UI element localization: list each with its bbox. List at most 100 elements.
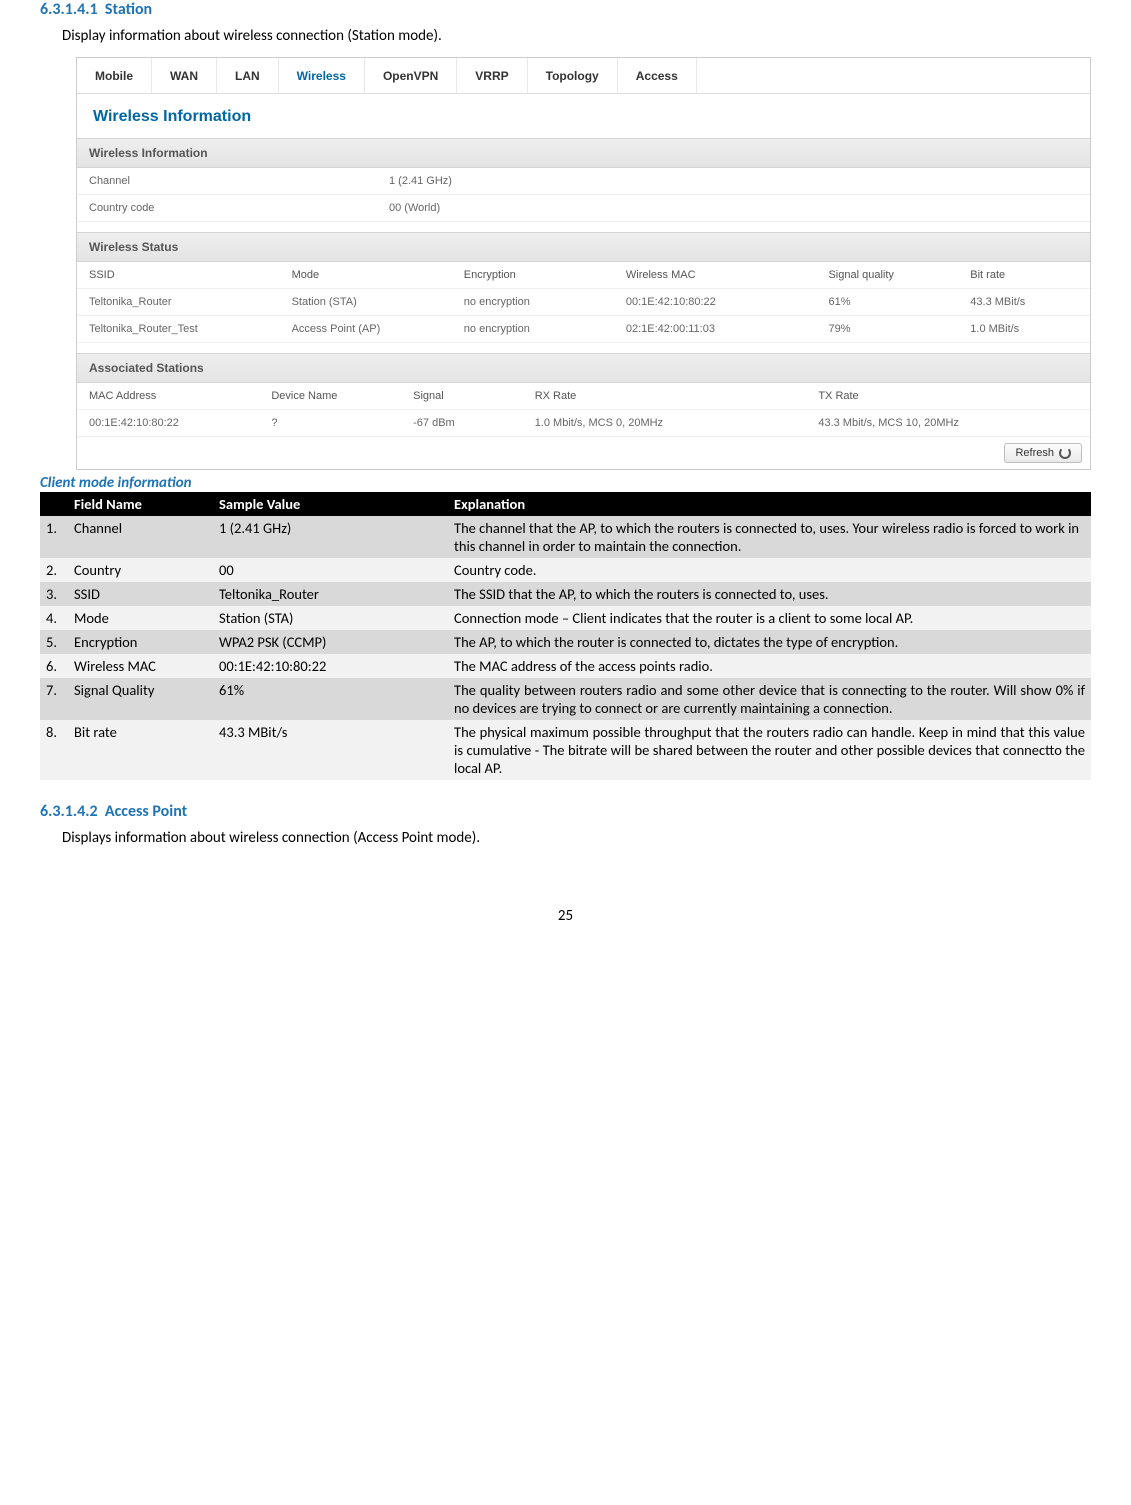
cell: Station (STA) [280,289,452,316]
cell-expl: Country code. [448,558,1091,582]
cell: 61% [816,289,958,316]
field-table: Field Name Sample Value Explanation 1. C… [40,492,1091,780]
refresh-row: Refresh [77,437,1090,469]
cell-expl: Connection mode – Client indicates that … [448,606,1091,630]
cell: Teltonika_Router_Test [77,316,280,343]
col-ssid: SSID [77,262,280,289]
wireless-screenshot: Mobile WAN LAN Wireless OpenVPN VRRP Top… [76,57,1091,470]
col-rx: RX Rate [523,383,807,410]
section-number: 6.3.1.4.2 [40,802,98,821]
cell-num: 5. [40,630,68,654]
info-row-country: Country code 00 (World) [77,195,1090,222]
status-row: Teltonika_Router Station (STA) no encryp… [77,289,1090,316]
cell-num: 3. [40,582,68,606]
section-number: 6.3.1.4.1 [40,0,98,19]
panel-title: Wireless Information [77,94,1090,128]
section-intro: Display information about wireless conne… [62,27,1091,45]
table-row: 7. Signal Quality 61% The quality betwee… [40,678,1091,720]
cell-name: Country [68,558,213,582]
col-bitrate: Bit rate [958,262,1090,289]
cell: no encryption [452,289,614,316]
cell-expl: The AP, to which the router is connected… [448,630,1091,654]
col-mac: Wireless MAC [614,262,817,289]
cell: 1.0 Mbit/s, MCS 0, 20MHz [523,410,807,437]
wireless-status-table: SSID Mode Encryption Wireless MAC Signal… [77,262,1090,343]
cell-name: Signal Quality [68,678,213,720]
block-header-assoc: Associated Stations [77,353,1090,383]
page-number: 25 [40,907,1091,925]
cell-name: Bit rate [68,720,213,780]
cell-sample: WPA2 PSK (CCMP) [213,630,448,654]
cell-name: Mode [68,606,213,630]
table-row: 1. Channel 1 (2.41 GHz) The channel that… [40,516,1091,558]
table-row: 3. SSID Teltonika_Router The SSID that t… [40,582,1091,606]
associated-stations-table: MAC Address Device Name Signal RX Rate T… [77,383,1090,437]
col-signal: Signal [401,383,523,410]
cell: Teltonika_Router [77,289,280,316]
cell-num: 6. [40,654,68,678]
col-device: Device Name [259,383,401,410]
col-mode: Mode [280,262,452,289]
status-row: Teltonika_Router_Test Access Point (AP) … [77,316,1090,343]
table-row: 6. Wireless MAC 00:1E:42:10:80:22 The MA… [40,654,1091,678]
cell-expl: The physical maximum possible throughput… [448,720,1091,780]
cell-sample: 00 [213,558,448,582]
tab-access[interactable]: Access [618,58,697,93]
table-row: 8. Bit rate 43.3 MBit/s The physical max… [40,720,1091,780]
section-intro: Displays information about wireless conn… [62,829,1091,847]
cell-expl: The MAC address of the access points rad… [448,654,1091,678]
th-sample: Sample Value [213,492,448,516]
section-heading-station: 6.3.1.4.1 Station [40,0,1091,19]
cell: 02:1E:42:00:11:03 [614,316,817,343]
cell-sample: 61% [213,678,448,720]
th-name: Field Name [68,492,213,516]
table-row: 5. Encryption WPA2 PSK (CCMP) The AP, to… [40,630,1091,654]
tab-openvpn[interactable]: OpenVPN [365,58,457,93]
tab-topology[interactable]: Topology [528,58,618,93]
cell-num: 7. [40,678,68,720]
info-value: 00 (World) [389,202,440,214]
cell-expl: The channel that the AP, to which the ro… [448,516,1091,558]
block-header-status: Wireless Status [77,232,1090,262]
th-num [40,492,68,516]
assoc-row: 00:1E:42:10:80:22 ? -67 dBm 1.0 Mbit/s, … [77,410,1090,437]
cell-name: SSID [68,582,213,606]
info-key: Country code [89,202,389,214]
section-heading-ap: 6.3.1.4.2 Access Point [40,802,1091,821]
th-expl: Explanation [448,492,1091,516]
cell: 43.3 MBit/s [958,289,1090,316]
col-signal: Signal quality [816,262,958,289]
section-title: Access Point [105,802,187,821]
refresh-icon [1059,447,1071,459]
cell-sample: 00:1E:42:10:80:22 [213,654,448,678]
cell-num: 1. [40,516,68,558]
cell-num: 2. [40,558,68,582]
info-row-channel: Channel 1 (2.41 GHz) [77,168,1090,195]
cell-sample: Station (STA) [213,606,448,630]
tab-wireless[interactable]: Wireless [279,58,365,93]
tab-wan[interactable]: WAN [152,58,217,93]
col-encryption: Encryption [452,262,614,289]
cell-expl: The SSID that the AP, to which the route… [448,582,1091,606]
info-value: 1 (2.41 GHz) [389,175,452,187]
tab-lan[interactable]: LAN [217,58,279,93]
cell: 79% [816,316,958,343]
cell-sample: 1 (2.41 GHz) [213,516,448,558]
cell-num: 4. [40,606,68,630]
cell-sample: Teltonika_Router [213,582,448,606]
cell: 1.0 MBit/s [958,316,1090,343]
refresh-button[interactable]: Refresh [1004,443,1082,463]
cell-name: Encryption [68,630,213,654]
cell: ? [259,410,401,437]
tab-vrrp[interactable]: VRRP [457,58,527,93]
table-row: 2. Country 00 Country code. [40,558,1091,582]
cell-name: Wireless MAC [68,654,213,678]
cell-expl: The quality between routers radio and so… [448,678,1091,720]
cell-sample: 43.3 MBit/s [213,720,448,780]
cell-num: 8. [40,720,68,780]
block-header-info: Wireless Information [77,138,1090,168]
cell: Access Point (AP) [280,316,452,343]
tab-mobile[interactable]: Mobile [77,58,152,93]
table-row: 4. Mode Station (STA) Connection mode – … [40,606,1091,630]
cell: 00:1E:42:10:80:22 [614,289,817,316]
